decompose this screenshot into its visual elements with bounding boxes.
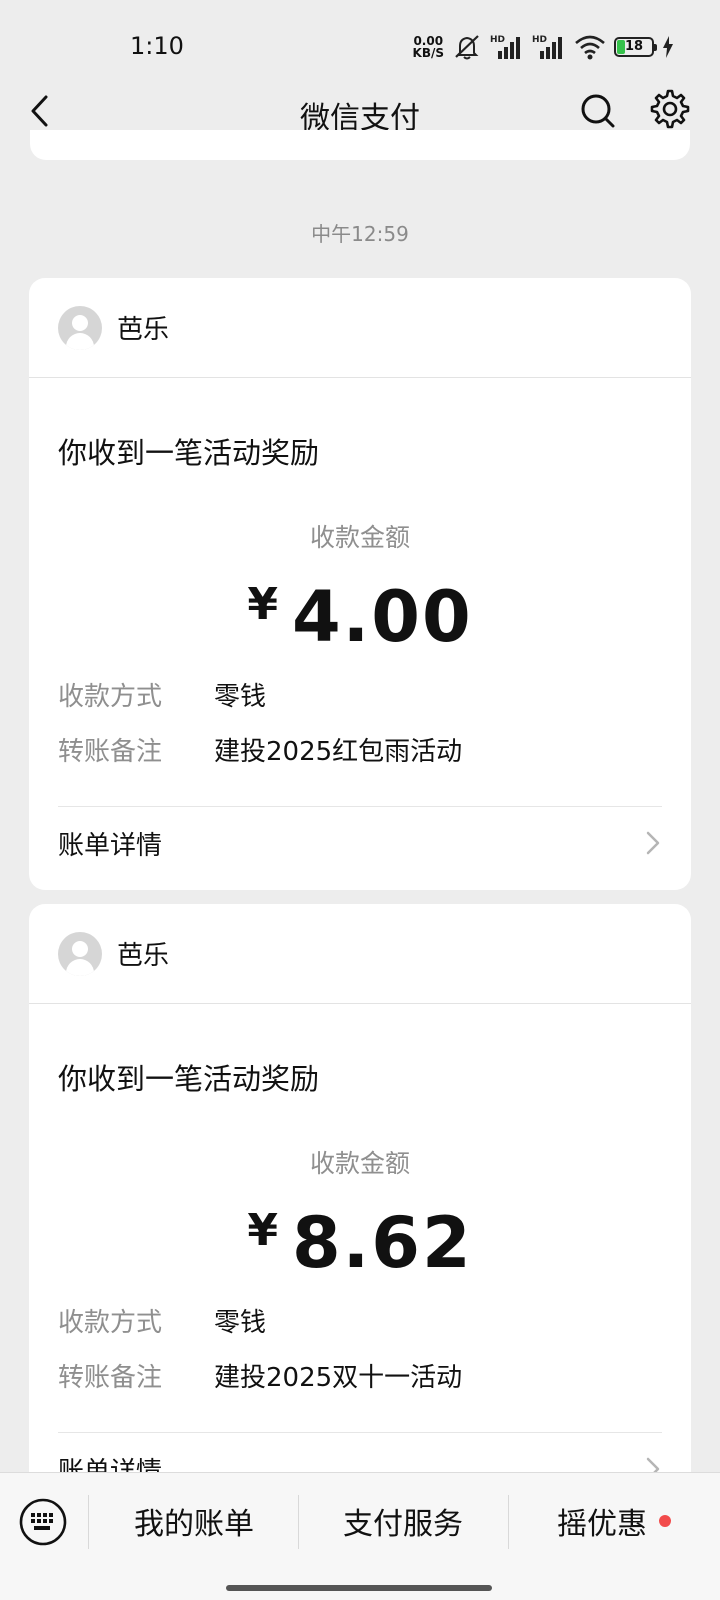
notification-dot — [659, 1515, 671, 1527]
message-timestamp: 中午12:59 — [311, 222, 409, 246]
note-key: 转账备注 — [58, 1363, 163, 1393]
info-row-method: 收款方式 零钱 — [58, 676, 662, 713]
card-title: 你收到一笔活动奖励 — [58, 436, 320, 470]
method-key: 收款方式 — [58, 1308, 163, 1338]
battery-icon: 18 — [614, 37, 657, 57]
status-time: 1:10 — [130, 32, 184, 60]
sender-name: 芭乐 — [117, 941, 170, 971]
note-value: 建投2025红包雨活动 — [214, 737, 463, 767]
amount-label: 收款金额 — [309, 1149, 410, 1178]
menu-payment-services-label: 支付服务 — [343, 1507, 463, 1542]
bill-detail-link[interactable]: 账单详情 — [58, 807, 662, 879]
card-header[interactable]: 芭乐 — [29, 904, 691, 1004]
info-row-note: 转账备注 建投2025红包雨活动 — [58, 731, 662, 768]
info-row-note: 转账备注 建投2025双十一活动 — [58, 1357, 662, 1394]
sender-name: 芭乐 — [117, 315, 170, 345]
signal-1-icon: HD — [490, 35, 520, 59]
previous-card-edge — [30, 130, 690, 160]
wifi-icon — [575, 35, 605, 60]
currency-symbol: ¥ — [247, 579, 278, 630]
card-title: 你收到一笔活动奖励 — [58, 1062, 320, 1096]
menu-payment-services[interactable]: 支付服务 — [298, 1491, 508, 1551]
method-value: 零钱 — [214, 1308, 267, 1338]
keyboard-icon[interactable] — [18, 1497, 68, 1547]
menu-shake-offers[interactable]: 摇优惠 — [508, 1491, 720, 1551]
amount: ¥8.62 — [58, 1202, 662, 1284]
chevron-right-icon — [646, 831, 660, 855]
menu-separator — [88, 1495, 89, 1549]
note-value: 建投2025双十一活动 — [214, 1363, 463, 1393]
card-header[interactable]: 芭乐 — [29, 278, 691, 378]
amount-value: 8.62 — [291, 1202, 473, 1284]
payment-notification-card[interactable]: 芭乐 你收到一笔活动奖励 收款金额 ¥8.62 收款方式 零钱 转账备注 建投2… — [29, 904, 691, 1564]
bill-detail-label: 账单详情 — [58, 830, 163, 861]
method-key: 收款方式 — [58, 682, 163, 712]
bottom-menu-bar: 我的账单 支付服务 摇优惠 — [0, 1472, 720, 1600]
card-body: 你收到一笔活动奖励 收款金额 ¥8.62 收款方式 零钱 转账备注 建投2025… — [29, 1056, 691, 1505]
charging-icon — [663, 36, 673, 58]
svg-text:HD: HD — [490, 35, 505, 45]
svg-text:HD: HD — [532, 35, 547, 45]
currency-symbol: ¥ — [247, 1205, 278, 1256]
signal-2-icon: HD — [532, 35, 562, 59]
note-key: 转账备注 — [58, 737, 163, 767]
card-body: 你收到一笔活动奖励 收款金额 ¥4.00 收款方式 零钱 转账备注 建投2025… — [29, 430, 691, 879]
avatar-icon[interactable] — [58, 931, 102, 976]
avatar-icon[interactable] — [58, 305, 102, 350]
mute-icon — [455, 35, 479, 60]
method-value: 零钱 — [214, 682, 267, 712]
network-speed: 0.00 KB/S — [413, 35, 444, 59]
menu-my-bills[interactable]: 我的账单 — [90, 1491, 298, 1551]
amount: ¥4.00 — [58, 576, 662, 658]
battery-level: 18 — [624, 39, 644, 54]
info-row-method: 收款方式 零钱 — [58, 1302, 662, 1339]
network-speed-unit: KB/S — [412, 46, 444, 60]
info-rows: 收款方式 零钱 转账备注 建投2025双十一活动 — [58, 1302, 662, 1394]
menu-shake-offers-label: 摇优惠 — [557, 1507, 647, 1542]
status-icons: 0.00 KB/S HD HD 18 — [413, 32, 674, 62]
amount-label: 收款金额 — [309, 523, 410, 552]
info-rows: 收款方式 零钱 转账备注 建投2025红包雨活动 — [58, 676, 662, 768]
gear-icon[interactable] — [648, 87, 692, 131]
menu-my-bills-label: 我的账单 — [134, 1507, 254, 1542]
amount-value: 4.00 — [291, 576, 473, 658]
home-indicator[interactable] — [226, 1585, 492, 1591]
payment-notification-card[interactable]: 芭乐 你收到一笔活动奖励 收款金额 ¥4.00 收款方式 零钱 转账备注 建投2… — [29, 278, 691, 890]
search-icon[interactable] — [578, 89, 618, 133]
